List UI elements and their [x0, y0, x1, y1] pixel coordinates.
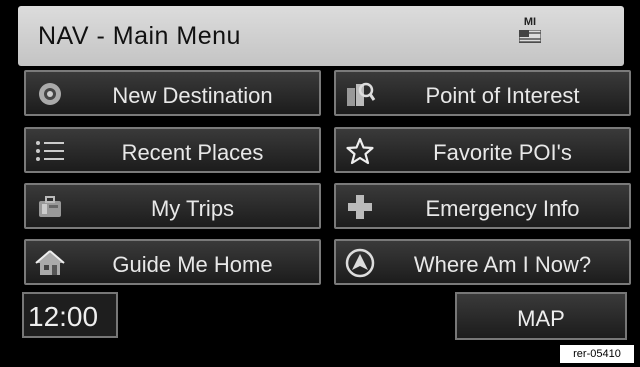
where-am-i-now-button[interactable]: Where Am I Now? [334, 239, 631, 285]
new-destination-button[interactable]: New Destination [24, 70, 321, 116]
point-of-interest-button[interactable]: Point of Interest [334, 70, 631, 116]
map-button-label: MAP [517, 306, 565, 331]
nav-screen: NAV - Main Menu MI New Destination Point… [0, 0, 640, 367]
new-destination-icon [39, 83, 61, 105]
suitcase-icon [39, 196, 61, 217]
button-label: Favorite POI's [433, 140, 572, 165]
cross-icon [348, 195, 372, 219]
clock-time: 12:00 [28, 301, 99, 332]
favorite-poi-button[interactable]: Favorite POI's [334, 127, 631, 173]
point-of-interest-icon [347, 82, 376, 106]
state-indicator: MI [517, 16, 543, 43]
my-trips-button[interactable]: My Trips [24, 183, 321, 229]
guide-me-home-button[interactable]: Guide Me Home [24, 239, 321, 285]
page-title: NAV - Main Menu [38, 22, 241, 50]
button-label: My Trips [150, 196, 235, 221]
map-button[interactable]: MAP [455, 292, 627, 340]
button-label: Where Am I Now? [413, 252, 592, 277]
flag-icon [519, 30, 541, 43]
header-bar: NAV - Main Menu MI [18, 6, 624, 66]
house-icon [35, 250, 65, 275]
button-label: Recent Places [121, 140, 264, 165]
button-label: New Destination [112, 83, 273, 108]
emergency-info-button[interactable]: Emergency Info [334, 183, 631, 229]
state-label: MI [523, 16, 537, 28]
list-icon [36, 141, 64, 161]
button-label: Point of Interest [425, 83, 580, 108]
recent-places-button[interactable]: Recent Places [24, 127, 321, 173]
star-icon [346, 137, 374, 165]
reference-code: rer-05410 [560, 345, 634, 363]
button-label: Guide Me Home [112, 252, 273, 277]
compass-icon [345, 248, 375, 278]
button-label: Emergency Info [425, 196, 580, 221]
clock-display: 12:00 [22, 292, 118, 338]
